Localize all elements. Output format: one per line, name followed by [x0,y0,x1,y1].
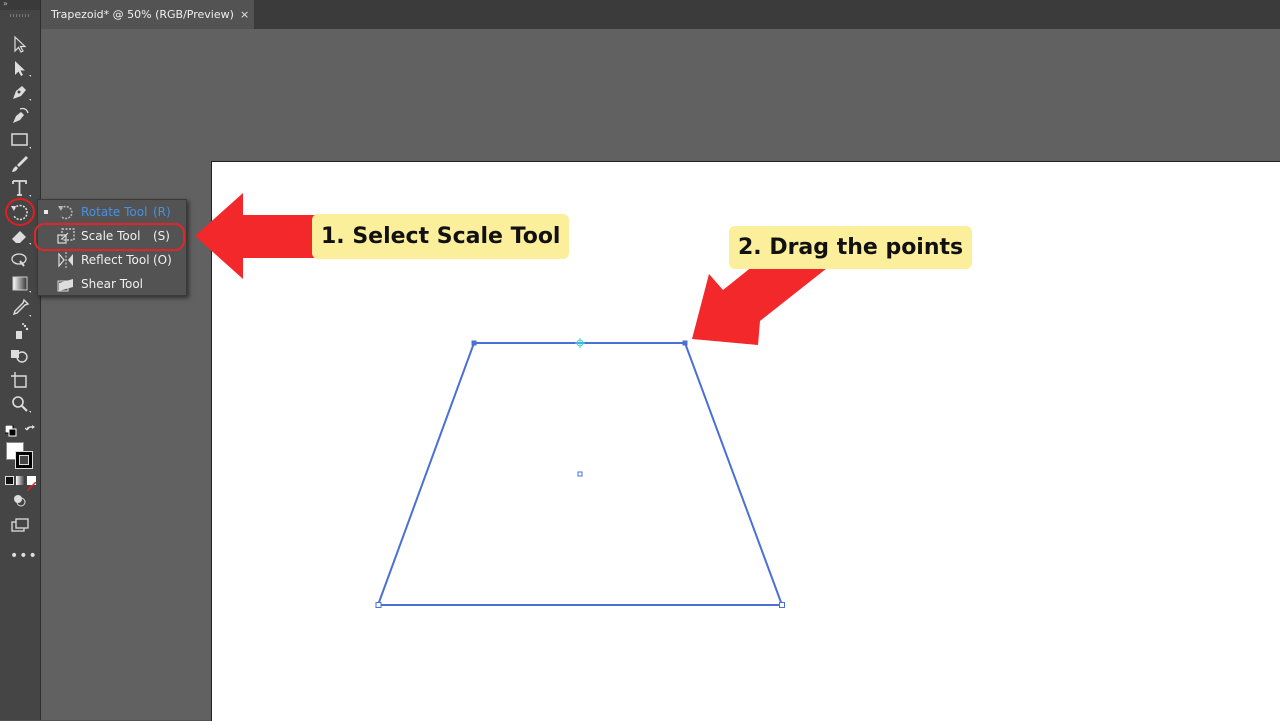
draw-mode-tool[interactable] [8,490,32,512]
gradient-tool[interactable] [8,273,32,295]
flyout-item-label: Shear Tool [81,277,144,291]
current-tool-marker [44,210,48,214]
rectangle-icon [11,133,31,149]
sprayer-icon [16,323,29,339]
shear-icon [56,275,76,293]
artboard-icon [11,372,27,388]
scale-tool-highlight [34,223,185,251]
flyout-item-shortcut: (R) [153,205,171,219]
tools-panel: » ••• [0,0,41,720]
gradient-icon [12,276,31,293]
eraser-tool[interactable] [8,225,32,247]
paintbrush-icon [12,156,28,172]
rotate-icon [56,203,76,221]
close-icon[interactable]: × [240,0,249,29]
shape-builder-icon [11,350,28,363]
none-mode-icon[interactable] [26,476,37,492]
step-1-callout: 1. Select Scale Tool [312,214,570,259]
reflect-icon [56,251,76,269]
color-mode-icon[interactable] [5,476,14,485]
paintbrush-tool[interactable] [8,153,32,175]
curvature-tool[interactable] [8,105,32,127]
selection-tool[interactable] [8,33,32,55]
pen-icon [13,86,31,101]
step-2-callout: 2. Drag the points [729,226,973,269]
draw-mode-icon [14,495,26,507]
zoom-tool[interactable] [8,393,32,415]
stroke-swatch[interactable] [15,451,33,469]
flyout-item-label: Rotate Tool [81,205,148,219]
document-tab[interactable]: Trapezoid* @ 50% (RGB/Preview) × [41,0,254,29]
rotate-tool[interactable] [5,198,35,226]
flyout-item-label: Reflect Tool [81,253,150,267]
screen-mode-tool[interactable] [8,514,32,536]
screen-mode-icon [11,518,29,532]
eyedropper-icon [12,298,31,317]
puppet-warp-tool[interactable] [8,249,32,271]
default-colors-icon[interactable] [4,422,17,437]
rectangle-tool[interactable] [8,129,32,151]
flyout-item-shortcut: (O) [153,253,172,267]
document-tab-title: Trapezoid* @ 50% (RGB/Preview) [51,8,234,21]
document-tab-bar: Trapezoid* @ 50% (RGB/Preview) × [0,0,1280,29]
warp-icon [11,253,27,267]
swap-fill-stroke-icon[interactable] [24,422,37,434]
flyout-item-reflect-tool[interactable]: Reflect Tool (O) [38,248,186,272]
type-icon [12,180,31,197]
direct-selection-arrow-icon [15,61,31,77]
selection-arrow-icon [14,35,27,53]
collapse-panel-icon[interactable]: » [0,0,40,10]
edit-toolbar-icon[interactable]: ••• [10,548,38,564]
shape-builder-tool[interactable] [8,345,32,367]
zoom-icon [12,396,31,413]
panel-grip[interactable] [10,14,30,17]
flyout-item-shear-tool[interactable]: Shear Tool [38,272,186,296]
gradient-mode-icon[interactable] [16,476,25,485]
symbol-sprayer-tool[interactable] [8,321,32,343]
flyout-item-rotate-tool[interactable]: Rotate Tool (R) [38,200,186,224]
rotate-icon [11,204,28,221]
artboard-tool[interactable] [8,369,32,391]
pen-tool[interactable] [8,81,32,103]
curvature-pen-icon [13,107,29,123]
type-tool[interactable] [8,177,32,199]
direct-selection-tool[interactable] [8,57,32,79]
eyedropper-tool[interactable] [8,297,32,319]
eraser-icon [12,231,31,245]
